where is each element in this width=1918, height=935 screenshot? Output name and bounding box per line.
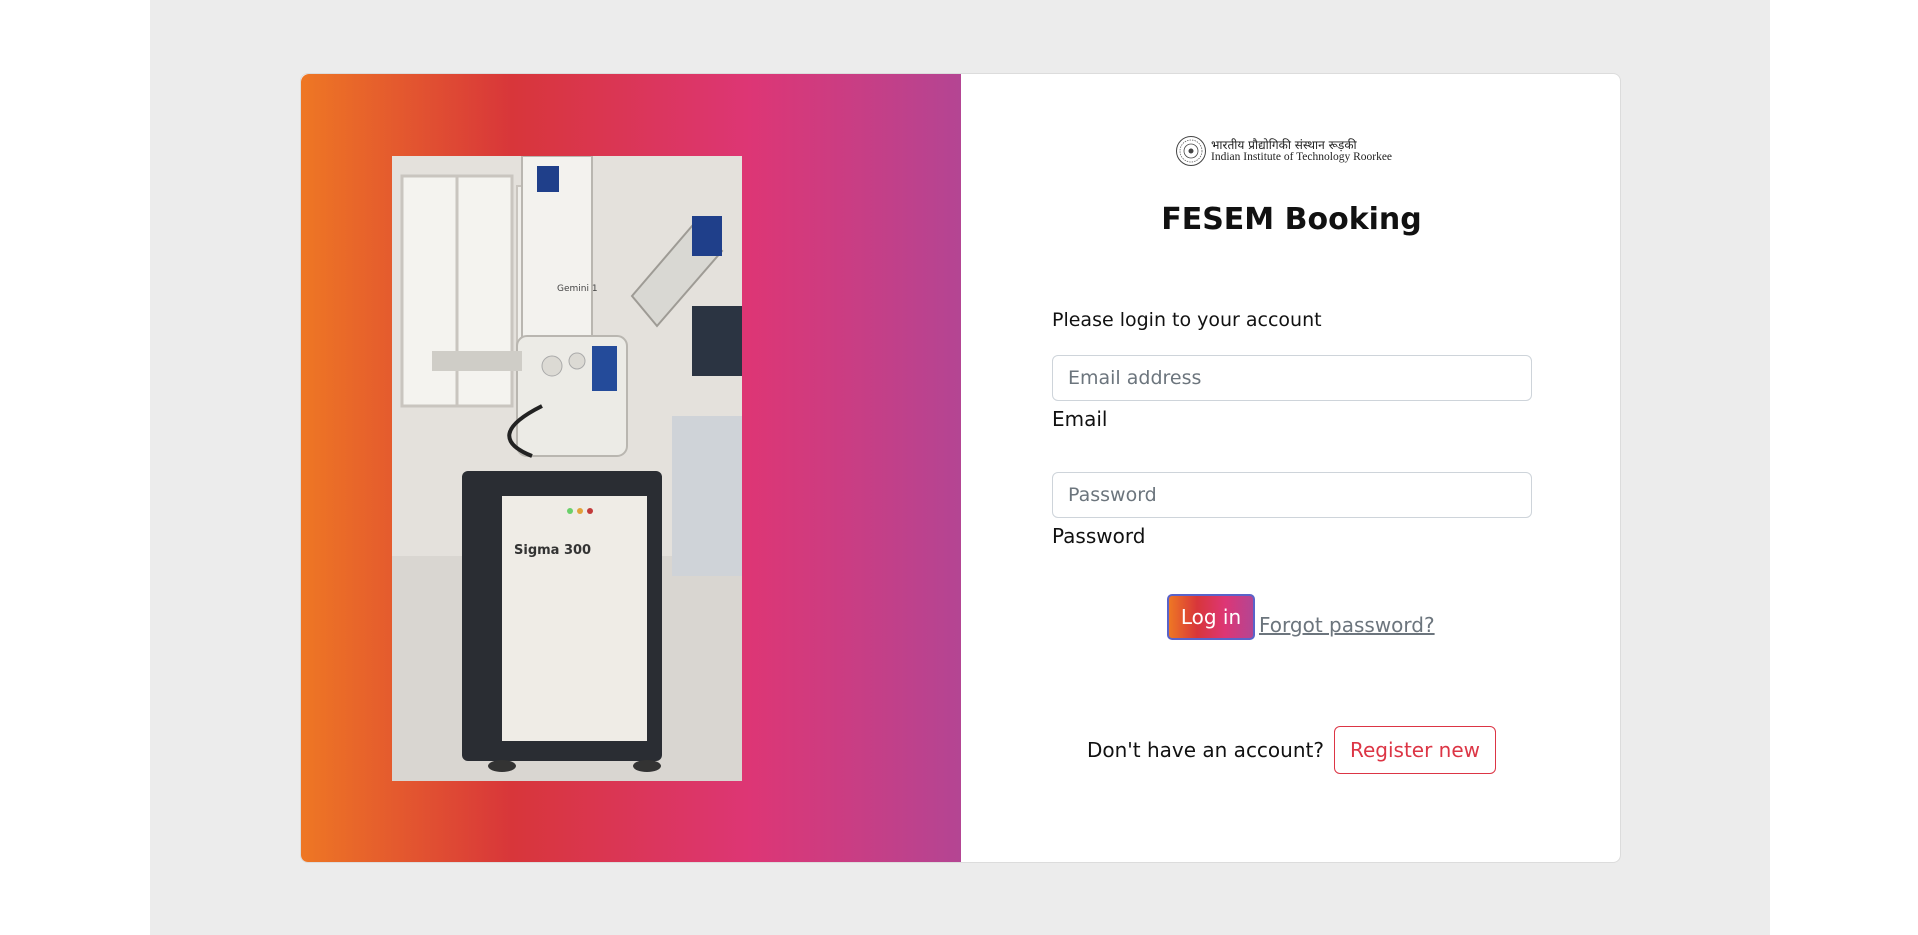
password-input[interactable] (1052, 472, 1532, 518)
institute-logo: भारतीय प्रौद्योगिकी संस्थान रूड़की India… (1175, 134, 1411, 168)
page-title: FESEM Booking (1161, 202, 1422, 237)
register-prompt-text: Don't have an account? (1086, 738, 1324, 762)
svg-text:Gemini 1: Gemini 1 (557, 284, 598, 294)
email-input[interactable] (1052, 355, 1532, 401)
brand-gradient-panel: Sigma 300 Gemini 1 (301, 74, 961, 862)
logo-text: भारतीय प्रौद्योगिकी संस्थान रूड़की India… (1211, 139, 1392, 164)
svg-text:Sigma 300: Sigma 300 (514, 543, 591, 558)
login-prompt: Please login to your account (1052, 309, 1322, 331)
iit-roorkee-emblem-icon (1176, 136, 1206, 166)
logo-english-text: Indian Institute of Technology Roorkee (1211, 151, 1393, 164)
email-label: Email (1052, 407, 1108, 431)
password-label: Password (1052, 524, 1146, 548)
fesem-microscope-photo: Sigma 300 Gemini 1 (392, 156, 742, 781)
forgot-password-link[interactable]: Forgot password? (1259, 613, 1435, 637)
login-form-panel: भारतीय प्रौद्योगिकी संस्थान रूड़की India… (961, 74, 1620, 862)
login-button[interactable]: Log in (1167, 594, 1255, 640)
register-new-button[interactable]: Register new (1333, 726, 1497, 774)
logo-hindi-text: भारतीय प्रौद्योगिकी संस्थान रूड़की (1211, 137, 1357, 152)
register-row: Don't have an account? Register new (961, 726, 1620, 774)
login-card: Sigma 300 Gemini 1 भारतीय प्रौद्योगिकी स… (300, 73, 1621, 863)
